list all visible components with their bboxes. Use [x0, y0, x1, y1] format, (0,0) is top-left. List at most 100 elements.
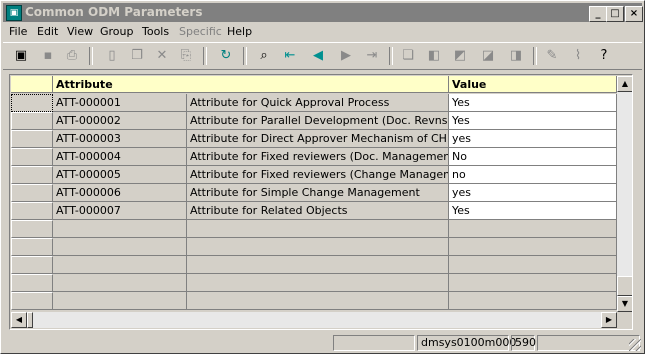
attribute-description-cell: [187, 256, 449, 274]
previous-icon[interactable]: ◀: [309, 47, 327, 65]
toolbar-separator: [89, 47, 93, 65]
scroll-left-icon[interactable]: ◀: [11, 312, 27, 328]
title-bar[interactable]: ▣ Common ODM Parameters _ □ ×: [3, 3, 643, 22]
table-row[interactable]: ATT-000006 Attribute for Simple Change M…: [11, 184, 617, 202]
table-row[interactable]: ATT-000002 Attribute for Parallel Develo…: [11, 112, 617, 130]
last-icon: ⇥: [366, 48, 378, 63]
value-cell[interactable]: No: [449, 148, 617, 166]
first-icon[interactable]: ⇤: [281, 47, 299, 65]
scroll-down-icon[interactable]: ▼: [617, 296, 632, 312]
attribute-id-cell: [53, 292, 187, 310]
row-selector[interactable]: [11, 202, 53, 220]
table-row[interactable]: ATT-000003 Attribute for Direct Approver…: [11, 130, 617, 148]
value-cell[interactable]: no: [449, 166, 617, 184]
toolbar-separator: [389, 47, 393, 65]
attribute-id-cell: [53, 220, 187, 238]
table-row[interactable]: ATT-000005 Attribute for Fixed reviewers…: [11, 166, 617, 184]
maximize-button[interactable]: □: [606, 6, 624, 22]
horizontal-scroll-thumb[interactable]: [27, 312, 33, 328]
resize-grip-icon[interactable]: [629, 339, 641, 351]
row-selector[interactable]: [11, 112, 53, 130]
status-server: dmsys0100m000: [417, 335, 516, 351]
horizontal-scrollbar[interactable]: ◀ ▶: [11, 312, 617, 328]
attribute-id-cell: ATT-000007: [53, 202, 187, 220]
delete-icon: ✕: [156, 48, 168, 63]
attach-icon: ⌇: [574, 48, 582, 63]
attribute-grid: Attribute Value ATT-000001 Attribute for…: [9, 74, 633, 330]
row-selector[interactable]: [11, 238, 53, 256]
value-cell[interactable]: yes: [449, 184, 617, 202]
menu-file[interactable]: File: [9, 25, 27, 38]
menu-view[interactable]: View: [67, 25, 93, 38]
row-selector[interactable]: [11, 220, 53, 238]
table-row[interactable]: ATT-000004 Attribute for Fixed reviewers…: [11, 148, 617, 166]
save-icon: ▪: [43, 48, 53, 63]
attribute-description-cell: Attribute for Fixed reviewers (Doc. Mana…: [187, 148, 449, 166]
menu-help[interactable]: Help: [227, 25, 252, 38]
table-row[interactable]: ATT-000001 Attribute for Quick Approval …: [11, 94, 617, 112]
attribute-description-cell: [187, 292, 449, 310]
status-bar: dmsys0100m000 590: [3, 334, 642, 352]
column-header-attribute[interactable]: Attribute: [53, 76, 449, 93]
grid-corner[interactable]: [11, 76, 53, 93]
row-selector[interactable]: [11, 274, 53, 292]
value-cell[interactable]: Yes: [449, 112, 617, 130]
close-button[interactable]: ×: [625, 6, 643, 22]
attribute-description-cell: [187, 220, 449, 238]
vertical-scrollbar[interactable]: ▲ ▼: [617, 76, 632, 312]
menu-group[interactable]: Group: [100, 25, 134, 38]
column-header-value[interactable]: Value: [449, 76, 617, 93]
value-cell: [449, 238, 617, 256]
vertical-scroll-thumb[interactable]: [617, 276, 632, 296]
value-cell: [449, 256, 617, 274]
scroll-right-icon[interactable]: ▶: [601, 312, 617, 328]
attribute-id-cell: ATT-000004: [53, 148, 187, 166]
save-exit-icon[interactable]: ▣: [12, 47, 30, 65]
toolbar: ▣ ▪ ⎙ ▯ ❐ ✕ ⎘ ↻ ⌕ ⇤ ◀ ▶ ⇥ ❏ ◧ ◩ ◪ ◨ ✎ ⌇ …: [3, 42, 642, 70]
attribute-description-cell: [187, 274, 449, 292]
group-last-icon: ◨: [509, 48, 523, 63]
help-icon[interactable]: ?: [595, 47, 613, 65]
attribute-description-cell: [187, 238, 449, 256]
table-row[interactable]: ATT-000007 Attribute for Related Objects…: [11, 202, 617, 220]
row-selector[interactable]: [11, 184, 53, 202]
empty-row[interactable]: [11, 274, 617, 292]
menu-edit[interactable]: Edit: [37, 25, 58, 38]
empty-row[interactable]: [11, 220, 617, 238]
new-icon: ▯: [108, 48, 116, 63]
status-field-message: [333, 335, 415, 351]
empty-row[interactable]: [11, 256, 617, 274]
app-icon[interactable]: ▣: [6, 5, 22, 21]
application-window: ▣ Common ODM Parameters _ □ × File Edit …: [0, 0, 645, 354]
find-icon[interactable]: ⌕: [255, 47, 273, 65]
row-selector[interactable]: [11, 292, 53, 310]
value-cell: [449, 274, 617, 292]
attribute-description-cell: Attribute for Related Objects: [187, 202, 449, 220]
next-icon: ▶: [341, 48, 351, 63]
row-selector[interactable]: [11, 94, 53, 112]
scroll-up-icon[interactable]: ▲: [617, 76, 632, 92]
empty-row[interactable]: [11, 238, 617, 256]
value-cell[interactable]: Yes: [449, 202, 617, 220]
attribute-description-cell: Attribute for Fixed reviewers (Change Ma…: [187, 166, 449, 184]
attribute-id-cell: ATT-000001: [53, 94, 187, 112]
attribute-description-cell: Attribute for Quick Approval Process: [187, 94, 449, 112]
row-selector[interactable]: [11, 148, 53, 166]
minimize-button[interactable]: _: [589, 6, 607, 22]
row-selector[interactable]: [11, 130, 53, 148]
row-selector[interactable]: [11, 166, 53, 184]
row-selector[interactable]: [11, 256, 53, 274]
toolbar-separator: [243, 47, 247, 65]
group-next-icon: ◪: [481, 48, 495, 63]
copy-icon: ❐: [131, 48, 143, 63]
value-cell[interactable]: Yes: [449, 94, 617, 112]
refresh-icon[interactable]: ↻: [217, 47, 235, 65]
menu-tools[interactable]: Tools: [142, 25, 169, 38]
toolbar-separator: [203, 47, 207, 65]
empty-row[interactable]: [11, 292, 617, 310]
edit-icon: ✎: [546, 48, 558, 63]
attribute-description-cell: Attribute for Simple Change Management: [187, 184, 449, 202]
attribute-id-cell: [53, 238, 187, 256]
group-copy-icon: ❏: [402, 48, 414, 63]
value-cell[interactable]: yes: [449, 130, 617, 148]
